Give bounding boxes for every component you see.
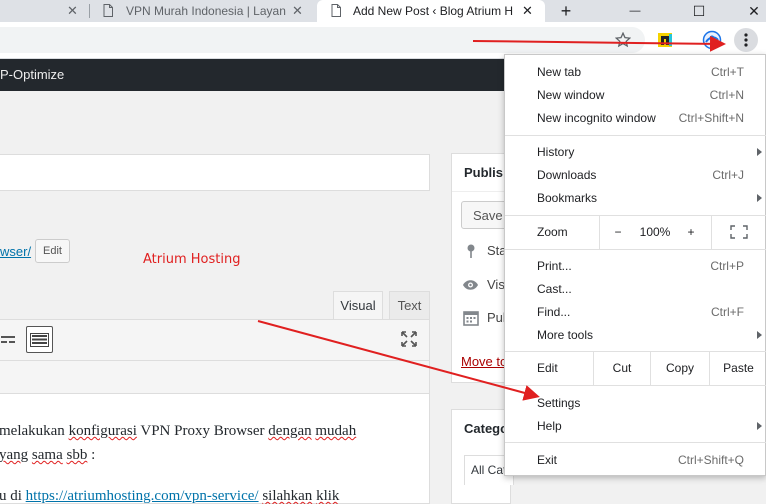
post-title-input[interactable] <box>0 154 430 191</box>
editor-statusbar <box>0 361 430 393</box>
menu-divider <box>505 135 766 136</box>
keyboard-icon[interactable] <box>26 326 53 353</box>
paragraph-line: u di https://atriumhosting.com/vpn-servi… <box>0 488 340 504</box>
tab-close-icon[interactable]: ✕ <box>522 3 533 19</box>
submenu-arrow-icon <box>757 147 762 156</box>
tab-close-icon[interactable]: ✕ <box>292 3 303 19</box>
horizontal-rule-icon[interactable] <box>1 333 15 350</box>
pin-icon <box>462 242 479 259</box>
annotation-text: Atrium Hosting <box>143 252 241 267</box>
categories-heading: Catego <box>464 421 509 436</box>
menu-item-more-tools[interactable]: More tools <box>505 323 766 346</box>
menu-item-new-tab[interactable]: New tab Ctrl+T <box>505 60 766 83</box>
admin-bar-wp-optimize[interactable]: P-Optimize <box>0 67 64 82</box>
minimize-button[interactable]: — <box>622 0 648 22</box>
tab-visual[interactable]: Visual <box>333 291 383 319</box>
zoom-out-button[interactable]: − <box>605 215 631 249</box>
visibility-row: Visi <box>462 276 508 293</box>
menu-divider <box>505 249 766 250</box>
vertical-dots-icon[interactable] <box>734 28 758 52</box>
window-close-button[interactable]: ✕ <box>742 0 766 22</box>
submenu-arrow-icon <box>757 193 762 202</box>
status-row: Sta <box>462 242 507 259</box>
zoom-level: 100% <box>639 225 671 239</box>
editor-toolbar <box>0 319 430 361</box>
menu-item-downloads[interactable]: Downloads Ctrl+J <box>505 163 766 186</box>
eye-icon <box>462 276 479 293</box>
divider <box>452 191 512 192</box>
submenu-arrow-icon <box>757 330 762 339</box>
tab-strip: ✕ VPN Murah Indonesia | Layana ✕ Add New… <box>0 0 766 22</box>
publish-box: Publis Save Sta Visi Pul Move to <box>451 153 521 383</box>
publish-heading: Publis <box>464 165 504 180</box>
chrome-menu: New tab Ctrl+T New window Ctrl+N New incog… <box>504 54 766 476</box>
fullscreen-icon[interactable] <box>401 331 417 350</box>
profile-avatar-icon[interactable] <box>701 29 723 51</box>
paste-button[interactable]: Paste <box>710 351 766 385</box>
permalink-link[interactable]: wser/ <box>0 244 31 259</box>
address-bar[interactable] <box>0 27 645 53</box>
menu-item-find[interactable]: Find... Ctrl+F <box>505 300 766 323</box>
tab-text[interactable]: Text <box>389 291 430 319</box>
menu-edit-row: Edit Cut Copy Paste <box>505 351 766 385</box>
menu-item-settings[interactable]: Settings <box>505 391 766 414</box>
paragraph-line: yang sama sbb : <box>0 447 96 463</box>
vpn-service-link[interactable]: https://atriumhosting.com/vpn-service/ <box>26 488 259 504</box>
tab-title: Add New Post ‹ Blog Atrium H <box>353 4 514 18</box>
move-to-trash-link[interactable]: Move to <box>461 354 507 369</box>
calendar-icon <box>462 309 479 326</box>
publish-date-row: Pul <box>462 309 506 326</box>
tab-previous[interactable]: ✕ <box>0 0 90 22</box>
editor-content[interactable]: melakukan konfigurasi VPN Proxy Browser … <box>0 393 430 504</box>
tab-vpn-murah[interactable]: VPN Murah Indonesia | Layana ✕ <box>90 0 315 22</box>
menu-item-help[interactable]: Help <box>505 414 766 437</box>
menu-item-bookmarks[interactable]: Bookmarks <box>505 186 766 209</box>
menu-item-new-window[interactable]: New window Ctrl+N <box>505 83 766 106</box>
zoom-in-button[interactable]: + <box>679 215 703 249</box>
extension-icon[interactable] <box>656 31 674 49</box>
paragraph-line: melakukan konfigurasi VPN Proxy Browser … <box>0 423 357 439</box>
new-tab-button[interactable]: + <box>553 0 579 22</box>
page-icon <box>331 4 341 17</box>
menu-item-cast[interactable]: Cast... <box>505 277 766 300</box>
maximize-button[interactable]: ☐ <box>686 0 712 22</box>
menu-item-history[interactable]: History <box>505 140 766 163</box>
menu-item-exit[interactable]: Exit Ctrl+Shift+Q <box>505 448 766 471</box>
copy-button[interactable]: Copy <box>651 351 709 385</box>
cut-button[interactable]: Cut <box>594 351 650 385</box>
menu-zoom-row: Zoom − 100% + <box>505 215 766 249</box>
fullscreen-icon[interactable] <box>725 215 753 249</box>
tab-title: VPN Murah Indonesia | Layana <box>126 4 286 18</box>
tab-close-icon[interactable]: ✕ <box>67 3 78 19</box>
star-icon[interactable] <box>614 31 632 49</box>
menu-item-print[interactable]: Print... Ctrl+P <box>505 254 766 277</box>
permalink-edit-button[interactable]: Edit <box>35 239 70 263</box>
submenu-arrow-icon <box>757 421 762 430</box>
menu-divider <box>505 442 766 443</box>
menu-item-new-incognito-window[interactable]: New incognito window Ctrl+Shift+N <box>505 106 766 129</box>
categories-box: Catego All Cat <box>451 409 514 504</box>
page-icon <box>103 4 113 17</box>
tab-add-new-post[interactable]: Add New Post ‹ Blog Atrium H ✕ <box>317 0 545 22</box>
menu-divider <box>505 385 766 386</box>
